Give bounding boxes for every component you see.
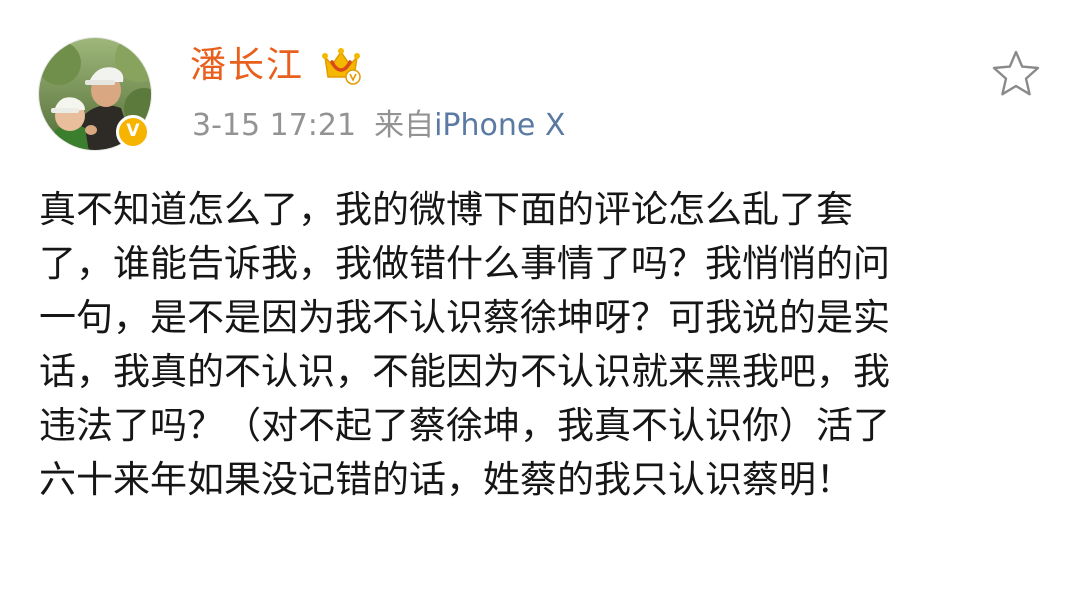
content-line: 了，谁能告诉我，我做错什么事情了吗？我悄悄的问 [39, 242, 890, 285]
content-line: 话，我真的不认识，不能因为不认识就来黑我吧，我 [39, 350, 890, 393]
author-name[interactable]: 潘长江 [190, 40, 304, 92]
post-meta: 3-15 17:21 来自iPhone X [192, 104, 565, 148]
content-line: 一句，是不是因为我不认识蔡徐坤呀？可我说的是实 [39, 296, 890, 339]
weibo-post: V 潘长江 3-15 17:21 来自iPhone X 真不知道怎么了，我的微博下… [0, 0, 1080, 596]
content-line: 真不知道怎么了，我的微博下面的评论怎么乱了套 [39, 188, 853, 231]
verified-badge-icon: V [116, 115, 150, 149]
post-content: 真不知道怎么了，我的微博下面的评论怎么乱了套 了，谁能告诉我，我做错什么事情了吗… [39, 183, 1049, 507]
crown-vip-icon[interactable] [320, 44, 362, 86]
source-prefix: 来自 [374, 108, 435, 143]
star-outline-icon[interactable] [990, 48, 1042, 100]
content-line: 违法了吗？（对不起了蔡徐坤，我真不认识你）活了 [39, 404, 890, 447]
source-link[interactable]: iPhone X [434, 108, 565, 143]
content-line: 六十来年如果没记错的话，姓蔡的我只认识蔡明！ [39, 458, 853, 501]
author-avatar[interactable]: V [38, 37, 152, 151]
verified-badge-label: V [126, 121, 140, 141]
post-timestamp: 3-15 17:21 [192, 108, 357, 143]
